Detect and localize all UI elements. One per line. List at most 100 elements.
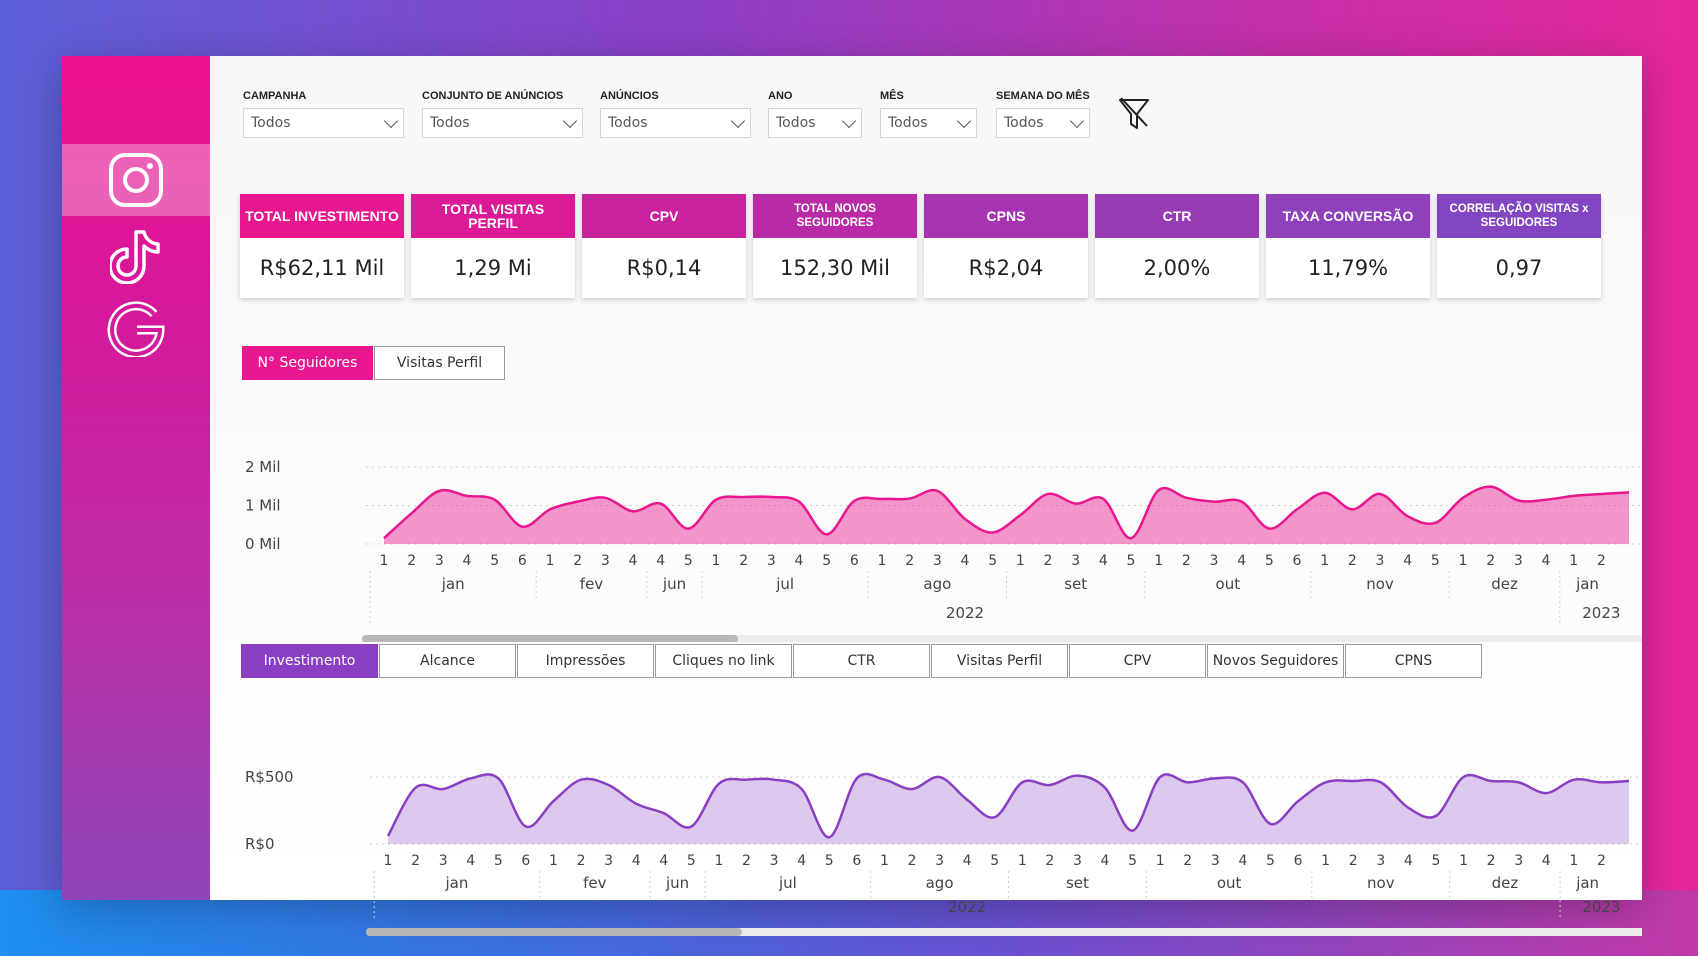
week-tick-label: 4 (963, 853, 972, 869)
week-tick-label: 2 (1182, 553, 1191, 569)
filter-mes: MÊS Todos (880, 90, 977, 138)
scrollbar-thumb[interactable] (362, 635, 738, 642)
filter-dropdown-campanha[interactable]: Todos (243, 108, 404, 138)
kpi-title: CTR (1095, 194, 1259, 238)
kpi-value: R$0,14 (626, 256, 702, 280)
filter-dropdown-conjunto[interactable]: Todos (422, 108, 583, 138)
week-tick-label: 6 (852, 853, 861, 869)
month-tick-label: jul (775, 575, 794, 593)
filter-label: ANÚNCIOS (600, 90, 659, 102)
kpi-title: CPNS (924, 194, 1088, 238)
week-tick-label: 6 (850, 553, 859, 569)
google-icon (107, 301, 165, 357)
filter-dropdown-mes[interactable]: Todos (880, 108, 977, 138)
kpi-card: CTR 2,00% (1095, 194, 1259, 298)
chevron-down-icon (956, 113, 972, 128)
scrollbar-thumb[interactable] (366, 928, 742, 936)
week-tick-label: 5 (988, 553, 997, 569)
week-tick-label: 1 (878, 553, 887, 569)
tab-cliques-no-link[interactable]: Cliques no link (655, 644, 792, 678)
kpi-value: 11,79% (1307, 256, 1389, 280)
week-tick-label: 5 (684, 553, 693, 569)
filter-ano: ANO Todos (768, 90, 862, 138)
tab-novos-seguidores[interactable]: Novos Seguidores (1207, 644, 1344, 678)
week-tick-label: 3 (1514, 553, 1523, 569)
kpi-title: CORRELAÇÃO VISITAS x SEGUIDORES (1437, 194, 1601, 238)
sidebar-item-google[interactable] (62, 292, 210, 364)
sidebar-item-instagram[interactable] (62, 144, 210, 216)
kpi-card: TAXA CONVERSÃO 11,79% (1266, 194, 1430, 298)
week-tick-label: 1 (1569, 553, 1578, 569)
week-tick-label: 2 (1349, 853, 1358, 869)
kpi-card: TOTAL VISITAS PERFIL 1,29 Mi (411, 194, 575, 298)
filter-value: Todos (430, 115, 470, 131)
month-tick-label: nov (1367, 874, 1395, 892)
kpi-card: CORRELAÇÃO VISITAS x SEGUIDORES 0,97 (1437, 194, 1601, 298)
filter-dropdown-ano[interactable]: Todos (768, 108, 862, 138)
week-tick-label: 2 (407, 553, 416, 569)
tab-cpns[interactable]: CPNS (1345, 644, 1482, 678)
week-tick-label: 1 (1320, 553, 1329, 569)
week-tick-label: 5 (990, 853, 999, 869)
tab-impress-es[interactable]: Impressões (517, 644, 654, 678)
kpi-card: CPV R$0,14 (582, 194, 746, 298)
y-tick-label: 2 Mil (245, 458, 281, 476)
week-tick-label: 3 (1210, 553, 1219, 569)
week-tick-label: 4 (463, 553, 472, 569)
week-tick-label: 4 (629, 553, 638, 569)
week-tick-label: 2 (573, 553, 582, 569)
week-tick-label: 1 (380, 553, 389, 569)
filter-anuncios: ANÚNCIOS Todos (600, 90, 751, 138)
filter-label: SEMANA DO MÊS (996, 90, 1090, 102)
month-tick-label: out (1217, 874, 1242, 892)
filter-label: CAMPANHA (243, 90, 307, 102)
week-tick-label: 4 (797, 853, 806, 869)
month-tick-label: jun (665, 874, 689, 892)
year-tick-label: 2022 (946, 604, 984, 622)
week-tick-label: 2 (577, 853, 586, 869)
tab-alcance[interactable]: Alcance (379, 644, 516, 678)
week-tick-label: 1 (714, 853, 723, 869)
kpi-card: TOTAL INVESTIMENTO R$62,11 Mil (240, 194, 404, 298)
year-tick-label: 2023 (1582, 604, 1620, 622)
tab-ctr[interactable]: CTR (793, 644, 930, 678)
tab-cpv[interactable]: CPV (1069, 644, 1206, 678)
y-tick-label: R$500 (245, 768, 294, 786)
week-tick-label: 3 (1071, 553, 1080, 569)
sidebar-item-tiktok[interactable] (62, 220, 210, 292)
filter-label: ANO (768, 90, 793, 102)
week-tick-label: 2 (1044, 553, 1053, 569)
week-tick-label: 2 (742, 853, 751, 869)
month-tick-label: fev (580, 575, 604, 593)
filter-value: Todos (888, 115, 928, 131)
filter-dropdown-anuncios[interactable]: Todos (600, 108, 751, 138)
week-tick-label: 4 (1542, 853, 1551, 869)
chevron-down-icon (730, 113, 746, 128)
tab-visitas-perfil[interactable]: Visitas Perfil (931, 644, 1068, 678)
week-tick-label: 5 (1127, 553, 1136, 569)
week-tick-label: 4 (1403, 553, 1412, 569)
week-tick-label: 1 (1569, 853, 1578, 869)
kpi-title: TOTAL INVESTIMENTO (240, 194, 404, 238)
week-tick-label: 3 (604, 853, 613, 869)
filter-dropdown-semana[interactable]: Todos (996, 108, 1090, 138)
month-tick-label: set (1064, 575, 1087, 593)
week-tick-label: 5 (1128, 853, 1137, 869)
month-tick-label: ago (926, 874, 954, 892)
tab-investimento[interactable]: Investimento (241, 644, 378, 678)
investment-chart: R$500 R$0 1 2 3 4 5 6 jan 1 2 3 4 fev 4 5 jun 1 2 3 4 5 6 jul 1 2… (245, 768, 1642, 936)
week-tick-label: 1 (1459, 553, 1468, 569)
clear-filter-icon (1119, 97, 1149, 129)
tab-n-seguidores[interactable]: N° Seguidores (242, 346, 373, 380)
kpi-card: CPNS R$2,04 (924, 194, 1088, 298)
week-tick-label: 4 (466, 853, 475, 869)
kpi-value: 152,30 Mil (780, 256, 890, 280)
week-tick-label: 3 (1376, 553, 1385, 569)
clear-filters-button[interactable] (1117, 96, 1151, 136)
tab-visitas-perfil[interactable]: Visitas Perfil (374, 346, 505, 380)
year-tick-label: 2023 (1582, 898, 1620, 916)
week-tick-label: 2 (908, 853, 917, 869)
week-tick-label: 2 (1597, 853, 1606, 869)
week-tick-label: 6 (518, 553, 527, 569)
month-tick-label: jun (662, 575, 686, 593)
